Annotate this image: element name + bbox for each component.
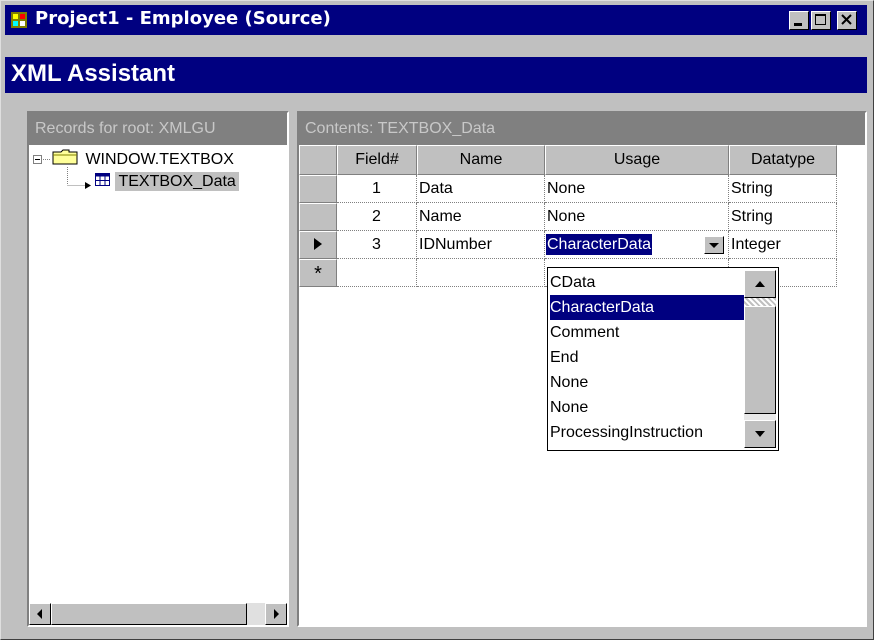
cell-datatype[interactable]: String xyxy=(729,175,837,203)
scroll-up-button[interactable] xyxy=(744,270,776,298)
dropdown-option[interactable]: Comment xyxy=(550,320,744,345)
cell-name[interactable]: IDNumber xyxy=(417,231,545,259)
scroll-right-button[interactable] xyxy=(265,603,287,625)
column-header-datatype[interactable]: Datatype xyxy=(729,145,837,175)
cell-name-new[interactable] xyxy=(417,259,545,287)
usage-dropdown-button[interactable] xyxy=(704,236,724,254)
dropdown-option[interactable]: ProcessingInstruction xyxy=(550,420,744,445)
cell-field[interactable]: 3 xyxy=(337,231,417,259)
title-bar[interactable]: Project1 - Employee (Source) xyxy=(5,5,867,35)
tree-node-textbox-data[interactable]: TEXTBOX_Data xyxy=(95,172,239,191)
xml-project-icon xyxy=(11,12,27,28)
cell-field[interactable]: 1 xyxy=(337,175,417,203)
arrow-down-icon xyxy=(755,431,765,437)
tree-node-label: TEXTBOX_Data xyxy=(115,172,239,191)
scroll-down-button[interactable] xyxy=(744,420,776,448)
records-tree-pane[interactable]: Records for root: XMLGU WINDOW.TEXTBOX T… xyxy=(27,111,289,627)
close-icon xyxy=(841,14,852,25)
new-row-marker[interactable]: * xyxy=(299,259,337,287)
grid-corner xyxy=(299,145,337,175)
dropdown-option[interactable]: None xyxy=(550,395,744,420)
arrow-left-icon xyxy=(37,609,42,619)
minimize-icon xyxy=(794,23,802,26)
dropdown-option[interactable]: None xyxy=(550,370,744,395)
tree-node-window-textbox[interactable]: WINDOW.TEXTBOX xyxy=(51,147,234,169)
close-button[interactable] xyxy=(837,11,857,30)
dropdown-scrollbar[interactable] xyxy=(744,270,776,448)
scroll-thumb[interactable] xyxy=(51,603,247,625)
horizontal-scrollbar[interactable] xyxy=(29,603,287,625)
header-title: XML Assistant xyxy=(11,60,176,87)
cell-name[interactable]: Data xyxy=(417,175,545,203)
dropdown-arrow-icon xyxy=(709,243,719,248)
cell-datatype[interactable]: Integer xyxy=(729,231,837,259)
maximize-button[interactable] xyxy=(811,11,831,30)
dropdown-option[interactable]: CData xyxy=(550,270,744,295)
cell-name[interactable]: Name xyxy=(417,203,545,231)
maximize-icon xyxy=(815,14,826,25)
contents-caption: Contents: TEXTBOX_Data xyxy=(299,113,865,145)
window-title: Project1 - Employee (Source) xyxy=(35,8,331,29)
cell-field-new[interactable] xyxy=(337,259,417,287)
column-header-field[interactable]: Field# xyxy=(337,145,417,175)
column-header-usage[interactable]: Usage xyxy=(545,145,729,175)
cell-field[interactable]: 2 xyxy=(337,203,417,231)
column-header-name[interactable]: Name xyxy=(417,145,545,175)
dropdown-option-selected[interactable]: CharacterData xyxy=(550,295,744,320)
tree-node-label: WINDOW.TEXTBOX xyxy=(85,151,234,168)
folder-icon xyxy=(52,149,78,165)
usage-combobox-value: CharacterData xyxy=(546,234,653,255)
current-row-arrow-icon xyxy=(314,238,322,250)
usage-combobox[interactable]: CharacterData xyxy=(545,231,729,259)
table-icon xyxy=(95,173,110,186)
arrow-right-icon xyxy=(274,609,279,619)
row-selector[interactable] xyxy=(299,203,337,231)
dropdown-option[interactable]: End xyxy=(550,345,744,370)
row-selector[interactable] xyxy=(299,175,337,203)
arrow-up-icon xyxy=(755,281,765,287)
cell-usage[interactable]: None xyxy=(545,203,729,231)
assistant-header: XML Assistant xyxy=(5,57,867,93)
minimize-button[interactable] xyxy=(789,11,809,30)
records-caption: Records for root: XMLGU xyxy=(29,113,287,145)
scroll-thumb[interactable] xyxy=(744,306,776,414)
application-window: Project1 - Employee (Source) XML Assista… xyxy=(0,0,874,640)
cell-usage[interactable]: None xyxy=(545,175,729,203)
current-row-indicator[interactable] xyxy=(299,231,337,259)
scroll-track[interactable] xyxy=(744,298,776,306)
usage-dropdown-list[interactable]: CData CharacterData Comment End None Non… xyxy=(547,267,779,451)
cell-datatype[interactable]: String xyxy=(729,203,837,231)
scroll-left-button[interactable] xyxy=(29,603,51,625)
